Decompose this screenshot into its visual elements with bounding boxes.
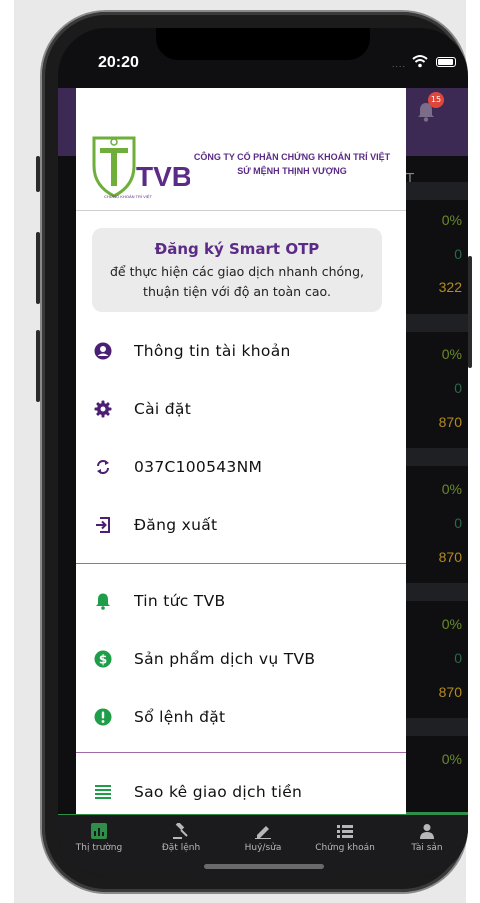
- row-separator: [406, 583, 468, 601]
- list-icon: [337, 825, 353, 838]
- menu-item-logout[interactable]: Đăng xuất: [76, 505, 406, 545]
- change-value: 0: [454, 650, 462, 666]
- row-separator: [406, 314, 468, 332]
- smart-otp-banner[interactable]: Đăng ký Smart OTP để thực hiện các giao …: [92, 228, 382, 312]
- drawer-header: TVB CHỨNG KHOÁN TRÍ VIỆT CÔNG TY CỔ PHẦN…: [76, 88, 406, 210]
- price-value: 870: [438, 549, 462, 565]
- menu-item-account-info[interactable]: Thông tin tài khoản: [76, 331, 406, 371]
- alert-circle-icon: [94, 708, 112, 726]
- nav-market[interactable]: Thị trường: [58, 823, 140, 853]
- nav-cancel-edit[interactable]: Huỷ/sửa: [222, 823, 304, 853]
- logo-small-text: CHỨNG KHOÁN TRÍ VIỆT: [104, 194, 153, 199]
- notch: [156, 28, 370, 60]
- row-separator: [406, 448, 468, 466]
- battery-icon: [436, 57, 456, 67]
- menu-item-order-book[interactable]: Sổ lệnh đặt: [76, 697, 406, 737]
- volume-down-button: [36, 330, 40, 402]
- section-divider: [76, 563, 406, 564]
- power-button: [468, 256, 472, 368]
- change-percent: 0%: [441, 616, 462, 632]
- change-value: 0: [454, 380, 462, 396]
- backdrop: 15 T 0% 0 322 0% 0 870 0% 0 870 0% 0 870…: [14, 0, 472, 903]
- menu-label: Sổ lệnh đặt: [134, 708, 226, 726]
- list-icon: [95, 785, 111, 799]
- nav-place-order[interactable]: Đặt lệnh: [140, 823, 222, 853]
- tvb-logo: TVB CHỨNG KHOÁN TRÍ VIỆT: [92, 136, 190, 199]
- menu-label: Tin tức TVB: [134, 592, 226, 610]
- sync-icon: [97, 460, 109, 474]
- gavel-icon: [173, 823, 188, 839]
- change-percent: 0%: [441, 346, 462, 362]
- menu-label: Đăng xuất: [134, 516, 218, 534]
- silent-switch: [36, 156, 40, 192]
- nav-assets[interactable]: Tài sản: [386, 823, 468, 853]
- menu-label: Sao kê giao dịch tiền: [134, 783, 303, 801]
- wifi-icon: [412, 55, 428, 68]
- otp-line-1: để thực hiện các giao dịch nhanh chóng,: [109, 264, 364, 279]
- otp-title: Đăng ký Smart OTP: [154, 240, 320, 258]
- nav-label: Đặt lệnh: [161, 843, 201, 853]
- change-percent: 0%: [441, 751, 462, 767]
- chart-icon: [91, 823, 107, 839]
- nav-securities[interactable]: Chứng khoán: [304, 823, 386, 853]
- menu-item-settings[interactable]: Cài đặt: [76, 389, 406, 429]
- status-time: 20:20: [98, 54, 139, 71]
- nav-label: Tài sản: [411, 843, 443, 853]
- account-circle-icon: [94, 342, 112, 360]
- header-divider: [76, 210, 406, 211]
- price-value: 322: [438, 279, 462, 295]
- menu-item-switch-account[interactable]: 037C100543NM: [76, 447, 406, 487]
- menu-item-tvb-news[interactable]: Tin tức TVB: [76, 581, 406, 621]
- bell-icon: [96, 593, 110, 610]
- price-value: 870: [438, 684, 462, 700]
- logout-icon: [96, 517, 110, 533]
- volume-up-button: [36, 232, 40, 304]
- row-separator: [406, 182, 468, 200]
- nav-label: Huỷ/sửa: [244, 843, 282, 853]
- notification-badge: 15: [428, 92, 444, 108]
- dollar-circle-icon: $: [94, 650, 112, 668]
- change-value: 0: [454, 515, 462, 531]
- person-icon: [420, 824, 434, 839]
- menu-label: 037C100543NM: [134, 458, 263, 476]
- company-name: CÔNG TY CỔ PHẦN CHỨNG KHOÁN TRÍ VIỆT: [193, 152, 391, 162]
- section-divider: [76, 752, 406, 753]
- nav-label: Chứng khoán: [315, 843, 375, 853]
- logo-text: TVB: [136, 161, 190, 192]
- menu-item-cash-statement[interactable]: Sao kê giao dịch tiền: [76, 772, 406, 812]
- change-value: 0: [454, 246, 462, 262]
- row-separator: [406, 718, 468, 736]
- home-indicator[interactable]: [204, 864, 324, 869]
- pencil-icon: [255, 826, 271, 839]
- change-percent: 0%: [441, 212, 462, 228]
- menu-label: Sản phẩm dịch vụ TVB: [134, 650, 316, 668]
- cellular-signal-icon: ....: [391, 60, 406, 69]
- change-percent: 0%: [441, 481, 462, 497]
- menu-label: Cài đặt: [134, 400, 192, 418]
- company-slogan: SỨ MỆNH THỊNH VƯỢNG: [237, 166, 347, 176]
- otp-line-2: thuận tiện với độ an toàn cao.: [143, 284, 331, 299]
- gear-icon: [94, 400, 112, 418]
- menu-item-tvb-products[interactable]: $ Sản phẩm dịch vụ TVB: [76, 639, 406, 679]
- side-drawer: TVB CHỨNG KHOÁN TRÍ VIỆT CÔNG TY CỔ PHẦN…: [76, 88, 406, 814]
- otp-description: để thực hiện các giao dịch nhanh chóng, …: [92, 262, 382, 302]
- nav-label: Thị trường: [75, 843, 123, 853]
- menu-label: Thông tin tài khoản: [134, 342, 291, 360]
- price-value: 870: [438, 414, 462, 430]
- phone-screen: 15 T 0% 0 322 0% 0 870 0% 0 870 0% 0 870…: [58, 28, 468, 876]
- svg-text:$: $: [99, 653, 107, 667]
